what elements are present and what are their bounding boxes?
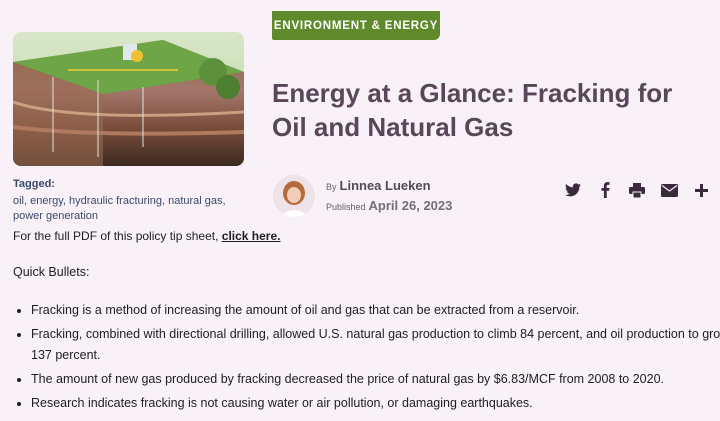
twitter-icon[interactable]: [563, 180, 583, 200]
category-badge[interactable]: ENVIRONMENT & ENERGY: [272, 11, 440, 40]
published-date: April 26, 2023: [368, 198, 453, 213]
list-item: Fracking, combined with directional dril…: [31, 324, 720, 366]
author-name[interactable]: Linnea Lueken: [340, 178, 431, 193]
pdf-line: For the full PDF of this policy tip shee…: [13, 229, 280, 243]
bullet-list: Fracking is a method of increasing the a…: [13, 300, 720, 417]
tags-label: Tagged:: [13, 178, 55, 190]
published: Published April 26, 2023: [326, 198, 452, 213]
share-bar: [563, 180, 711, 200]
list-item: Fracking is a method of increasing the a…: [31, 300, 720, 321]
quick-bullets-heading: Quick Bullets:: [13, 265, 90, 279]
page-title: Energy at a Glance: Fracking for Oil and…: [272, 78, 673, 142]
published-label: Published: [326, 202, 366, 212]
facebook-icon[interactable]: [595, 180, 615, 200]
by-label: By: [326, 182, 337, 192]
tags-list[interactable]: oil, energy, hydraulic fracturing, natur…: [13, 194, 243, 224]
plus-icon[interactable]: [691, 180, 711, 200]
pdf-link[interactable]: click here.: [222, 229, 281, 243]
email-icon[interactable]: [659, 180, 679, 200]
print-icon[interactable]: [627, 180, 647, 200]
byline: By Linnea Lueken: [326, 178, 431, 193]
list-item: The amount of new gas produced by fracki…: [31, 369, 720, 390]
pdf-prefix: For the full PDF of this policy tip shee…: [13, 229, 222, 243]
list-item: Research indicates fracking is not causi…: [31, 393, 720, 414]
avatar: [273, 175, 315, 217]
hero-image: [13, 32, 244, 166]
